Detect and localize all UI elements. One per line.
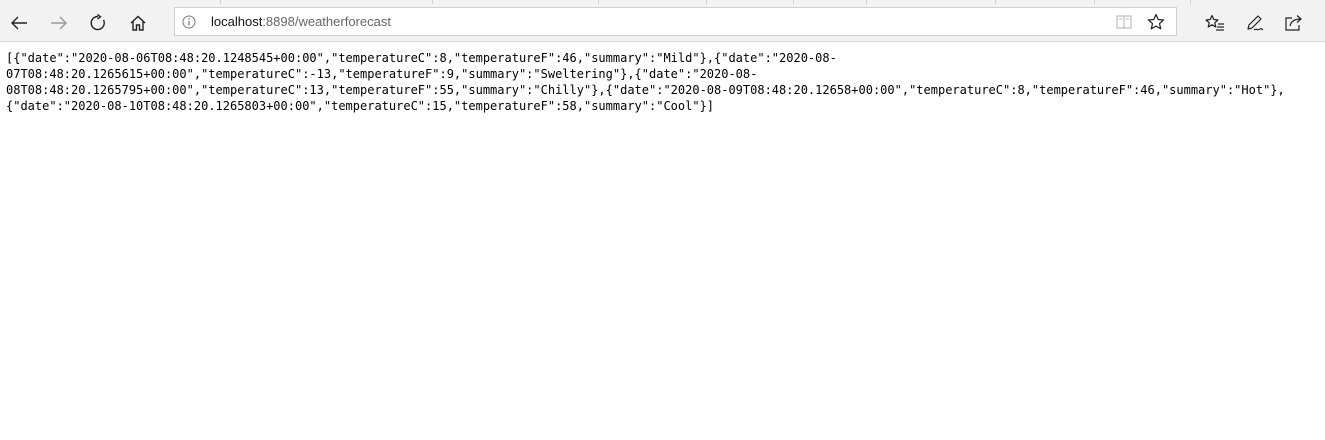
json-line: 07T08:48:20.1265615+00:00","temperatureC… — [6, 67, 758, 81]
share-button[interactable] — [1275, 4, 1313, 41]
favorites-list-icon — [1205, 14, 1224, 31]
json-line: 08T08:48:20.1265795+00:00","temperatureC… — [6, 83, 1285, 97]
json-line: {"date":"2020-08-10T08:48:20.1265803+00:… — [6, 99, 715, 113]
info-icon — [182, 15, 196, 29]
forward-button[interactable] — [40, 4, 78, 41]
refresh-icon — [90, 13, 105, 30]
reading-view-icon — [1116, 15, 1132, 29]
back-arrow-icon — [11, 16, 27, 29]
address-path: :8898/weatherforecast — [262, 14, 391, 29]
home-icon — [130, 15, 146, 31]
web-note-button[interactable] — [1236, 4, 1274, 41]
home-button[interactable] — [119, 4, 157, 41]
back-button[interactable] — [0, 4, 38, 41]
refresh-button[interactable] — [79, 4, 117, 41]
json-response-body: [{"date":"2020-08-06T08:48:20.1248545+00… — [6, 50, 1316, 114]
json-line: [{"date":"2020-08-06T08:48:20.1248545+00… — [6, 51, 837, 65]
reading-view-button[interactable] — [1113, 11, 1135, 33]
add-favorite-button[interactable] — [1145, 11, 1167, 33]
browser-toolbar: localhost:8898/weatherforecast — [0, 4, 1325, 42]
address-bar[interactable]: localhost:8898/weatherforecast — [174, 7, 1177, 36]
forward-arrow-icon — [51, 16, 67, 29]
share-icon — [1285, 14, 1302, 31]
pen-icon — [1247, 14, 1264, 30]
address-host: localhost — [211, 14, 263, 29]
site-info-button[interactable] — [181, 14, 197, 30]
star-icon — [1147, 13, 1165, 30]
address-url[interactable]: localhost:8898/weatherforecast — [211, 14, 391, 30]
favorites-button[interactable] — [1196, 4, 1234, 41]
